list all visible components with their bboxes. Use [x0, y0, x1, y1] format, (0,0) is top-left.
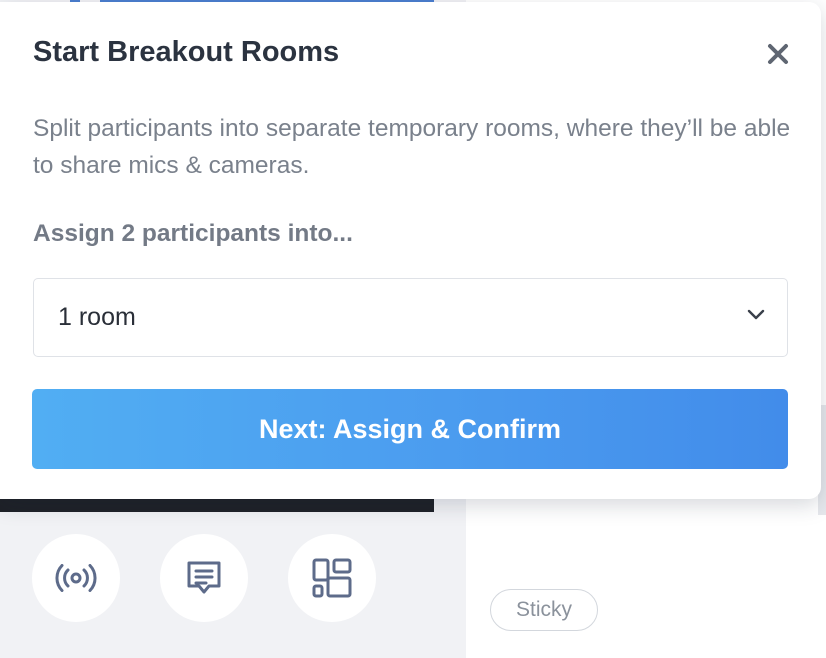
- layout-button[interactable]: [288, 534, 376, 622]
- broadcast-button[interactable]: [32, 534, 120, 622]
- chevron-down-icon: [747, 309, 765, 320]
- room-count-value: 1 room: [58, 303, 136, 331]
- chat-icon: [187, 561, 221, 594]
- modal-title: Start Breakout Rooms: [33, 36, 340, 68]
- next-assign-confirm-button[interactable]: Next: Assign & Confirm: [32, 389, 788, 469]
- assign-label: Assign 2 participants into...: [33, 220, 353, 247]
- room-count-select[interactable]: 1 room: [33, 278, 788, 357]
- close-button[interactable]: [762, 38, 794, 70]
- modal-description: Split participants into separate tempora…: [33, 115, 791, 179]
- next-button-label: Next: Assign & Confirm: [258, 413, 562, 444]
- broadcast-icon: [55, 564, 97, 592]
- chat-button[interactable]: [160, 534, 248, 622]
- sticky-chip[interactable]: Sticky: [490, 589, 598, 631]
- close-icon: [768, 44, 788, 64]
- breakout-rooms-modal: Start Breakout Rooms Split participants …: [0, 2, 821, 499]
- layout-grid-icon: [312, 558, 352, 598]
